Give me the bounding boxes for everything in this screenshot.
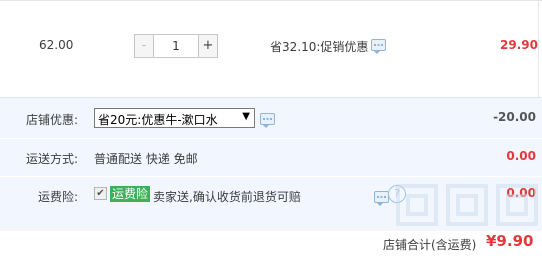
quantity-stepper[interactable]: - + — [134, 34, 218, 58]
watermark-logo — [396, 184, 538, 226]
shop-discount-selected: 省20元:优惠牛-漱口水 — [98, 113, 218, 127]
item-subtotal: 29.90 — [500, 38, 538, 52]
shipping-method: 普通配送 快递 免邮 — [94, 152, 198, 166]
insurance-description: 卖家送,确认收货前退货可赔 — [153, 190, 301, 204]
shipping-label: 运送方式: — [26, 152, 79, 166]
shop-discount-select[interactable]: 省20元:优惠牛-漱口水 ▼ — [94, 108, 255, 128]
quantity-input[interactable] — [154, 35, 198, 57]
row-divider — [0, 176, 542, 177]
promo-text: 省32.10:促销优惠 — [270, 40, 369, 54]
decrease-quantity-button[interactable]: - — [135, 35, 154, 57]
message-icon[interactable] — [371, 39, 386, 54]
increase-quantity-button[interactable]: + — [198, 35, 217, 57]
item-row-border — [538, 1, 539, 97]
row-divider — [0, 138, 542, 139]
shop-discount-label: 店铺优惠: — [26, 113, 79, 127]
shop-total-label: 店铺合计(含运费) — [383, 238, 477, 252]
insurance-label: 运费险: — [38, 190, 79, 204]
insurance-checkbox[interactable]: ✔ — [94, 187, 107, 200]
dropdown-arrow-icon: ▼ — [242, 111, 250, 122]
message-icon[interactable] — [374, 191, 389, 206]
shipping-amount: 0.00 — [506, 149, 536, 163]
unit-price: 62.00 — [39, 38, 74, 52]
shop-total-amount: ¥9.90 — [486, 232, 534, 250]
insurance-badge: 运费险 — [110, 186, 151, 202]
message-icon[interactable] — [260, 113, 275, 128]
shop-discount-amount: -20.00 — [493, 110, 536, 124]
